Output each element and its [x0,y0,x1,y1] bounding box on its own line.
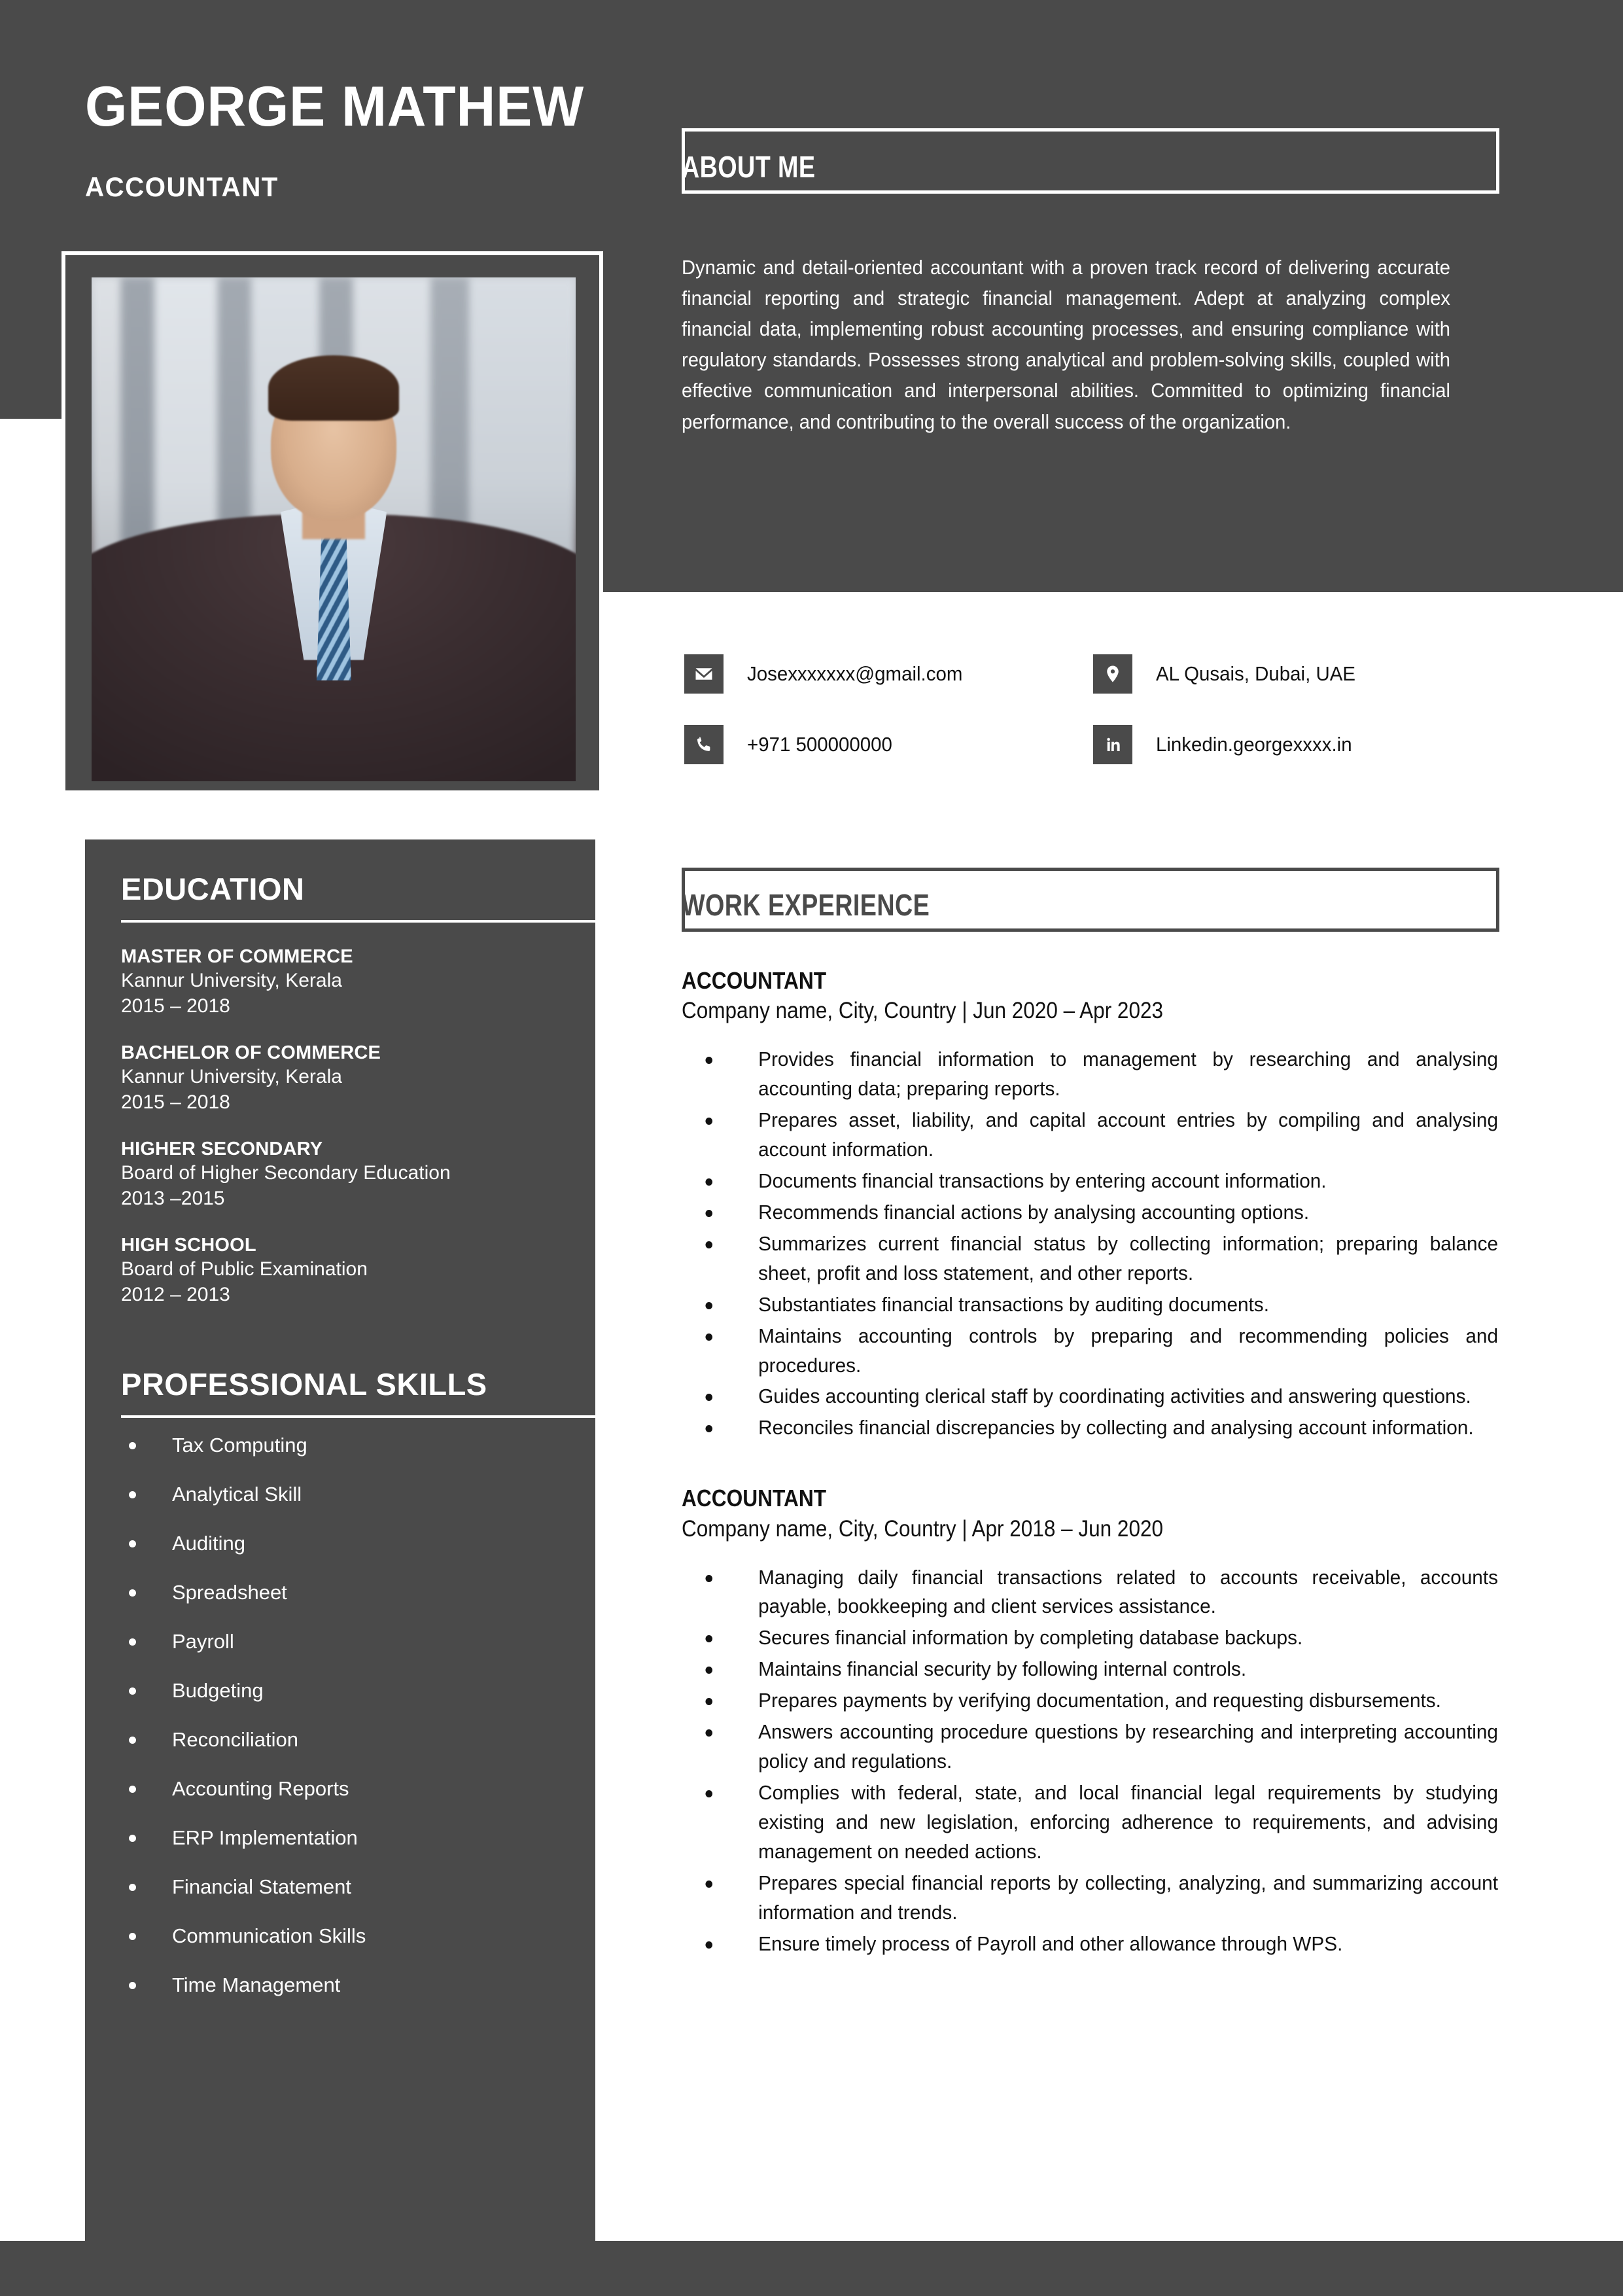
job-duty-item: Summarizes current financial status by c… [682,1229,1498,1288]
contact-email[interactable]: Josexxxxxxx@gmail.com [684,654,1093,694]
job-duty-item: Recommends financial actions by analysin… [682,1198,1498,1227]
contact-block: Josexxxxxxx@gmail.com AL Qusais, Dubai, … [684,654,1502,796]
job-duty-item: Managing daily financial transactions re… [682,1563,1498,1622]
education-organization: Kannur University, Kerala [121,970,342,992]
education-title: EDUCATION [121,872,305,906]
work-experience-title: WORK EXPERIENCE [682,888,930,922]
profile-photo [92,277,576,781]
skills-list: Tax Computing Analytical Skill Auditing Spr… [121,1435,595,1995]
job-role: ACCOUNTANT [682,1485,827,1512]
left-sidebar: EDUCATION MASTER OF COMMERCE Kannur Unive… [85,839,595,2241]
job-duties-list: Managing daily financial transactions re… [682,1563,1532,1959]
education-organization: Kannur University, Kerala [121,1066,342,1088]
contact-location[interactable]: AL Qusais, Dubai, UAE [1093,654,1502,694]
skill-item: Analytical Skill [121,1484,595,1504]
education-years: 2012 – 2013 [121,1283,230,1305]
job-duty-item: Complies with federal, state, and local … [682,1778,1498,1867]
skill-item: Budgeting [121,1680,595,1701]
about-me-title: ABOUT ME [682,150,816,184]
education-section: EDUCATION MASTER OF COMMERCE Kannur Unive… [85,839,595,1307]
envelope-icon [684,654,724,694]
contact-email-value: Josexxxxxxx@gmail.com [747,662,963,685]
job-duty-item: Substantiates financial transactions by … [682,1290,1498,1320]
education-years: 2015 – 2018 [121,995,230,1017]
education-years: 2015 – 2018 [121,1091,230,1113]
job-duty-item: Guides accounting clerical staff by coor… [682,1382,1498,1411]
skills-title: PROFESSIONAL SKILLS [121,1367,487,1402]
footer-bar [0,2241,1623,2296]
education-degree: BACHELOR OF COMMERCE [121,1042,381,1064]
map-pin-icon [1093,654,1132,694]
contact-location-value: AL Qusais, Dubai, UAE [1156,662,1356,685]
education-list: MASTER OF COMMERCE Kannur University, Ker… [121,945,595,1307]
education-item: MASTER OF COMMERCE Kannur University, Ker… [121,945,595,1019]
linkedin-icon [1093,725,1132,764]
job-duty-item: Documents financial transactions by ente… [682,1167,1498,1196]
work-experience-item: ACCOUNTANT Company name, City, Country | … [682,967,1532,1443]
skills-divider [121,1415,595,1419]
candidate-role: ACCOUNTANT [85,171,279,202]
education-item: HIGH SCHOOL Board of Public Examination 20… [121,1233,595,1307]
about-me-text: Dynamic and detail-oriented accountant w… [682,256,1450,433]
education-item: BACHELOR OF COMMERCE Kannur University, K… [121,1041,595,1115]
job-duty-item: Reconciles financial discrepancies by co… [682,1413,1498,1443]
skill-item: Tax Computing [121,1435,595,1455]
contact-phone[interactable]: +971 500000000 [684,725,1093,764]
education-degree: MASTER OF COMMERCE [121,946,353,967]
phone-icon [684,725,724,764]
work-experience-item: ACCOUNTANT Company name, City, Country | … [682,1485,1532,1958]
job-duty-item: Provides financial information to manage… [682,1045,1498,1104]
job-duties-list: Provides financial information to manage… [682,1045,1532,1443]
education-divider [121,920,595,923]
skill-item: Accounting Reports [121,1778,595,1799]
job-duty-item: Maintains accounting controls by prepari… [682,1322,1498,1381]
skill-item: Time Management [121,1975,595,1995]
job-duty-item: Prepares special financial reports by co… [682,1869,1498,1928]
job-duty-item: Prepares payments by verifying documenta… [682,1686,1498,1716]
job-separator [682,1448,1532,1485]
job-role: ACCOUNTANT [682,967,827,994]
contact-phone-value: +971 500000000 [747,733,892,756]
job-duty-item: Maintains financial security by followin… [682,1655,1498,1684]
education-years: 2013 –2015 [121,1187,225,1209]
education-degree: HIGH SCHOOL [121,1235,256,1256]
skills-section: PROFESSIONAL SKILLS Tax Computing Analyti… [85,1335,595,1995]
education-organization: Board of Higher Secondary Education [121,1162,451,1184]
skill-item: Financial Statement [121,1877,595,1897]
work-experience-list: ACCOUNTANT Company name, City, Country | … [682,967,1532,1964]
skill-item: Payroll [121,1631,595,1651]
job-duty-item: Secures financial information by complet… [682,1623,1498,1653]
job-duty-item: Answers accounting procedure questions b… [682,1718,1498,1776]
skill-item: Spreadsheet [121,1582,595,1602]
skill-item: Communication Skills [121,1926,595,1946]
contact-row: Josexxxxxxx@gmail.com AL Qusais, Dubai, … [684,654,1502,694]
candidate-name: GEORGE MATHEW [85,75,585,138]
photo-hair [268,355,399,421]
education-degree: HIGHER SECONDARY [121,1139,323,1160]
contact-linkedin-value: Linkedin.georgexxxx.in [1156,733,1352,756]
job-duty-item: Prepares asset, liability, and capital a… [682,1106,1498,1165]
job-meta: Company name, City, Country | Apr 2018 –… [682,1515,1164,1542]
contact-linkedin[interactable]: Linkedin.georgexxxx.in [1093,725,1502,764]
job-meta: Company name, City, Country | Jun 2020 –… [682,998,1164,1024]
contact-row: +971 500000000 Linkedin.georgexxxx.in [684,725,1502,764]
skill-item: Auditing [121,1533,595,1553]
job-duty-item: Ensure timely process of Payroll and oth… [682,1930,1498,1959]
skill-item: ERP Implementation [121,1828,595,1848]
skill-item: Reconciliation [121,1729,595,1750]
education-item: HIGHER SECONDARY Board of Higher Secondar… [121,1137,595,1211]
education-organization: Board of Public Examination [121,1258,368,1280]
